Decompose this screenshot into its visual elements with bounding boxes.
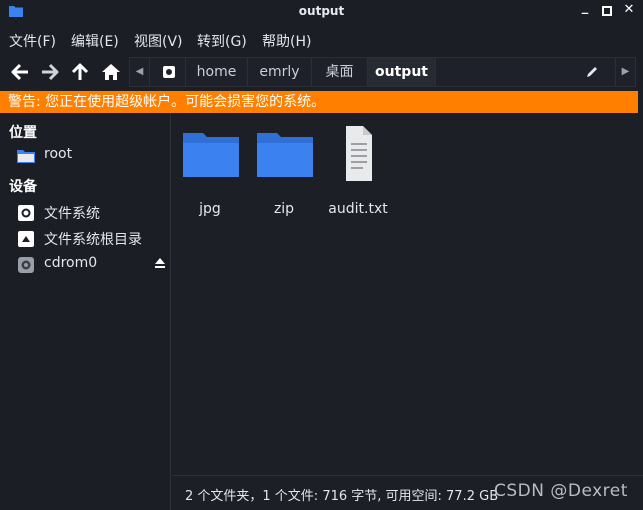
back-arrow-icon[interactable]	[9, 61, 31, 83]
watermark: CSDN @Dexret	[494, 481, 628, 501]
crumb-output[interactable]: output	[368, 58, 436, 86]
crumb-desktop[interactable]: 桌面	[312, 58, 368, 86]
sidebar-item-label: 文件系统根目录	[44, 232, 142, 248]
up-arrow-icon[interactable]	[69, 61, 91, 83]
sidebar-item-filesystem-root[interactable]: 文件系统根目录	[16, 227, 168, 251]
root-drive-crumb[interactable]	[152, 58, 186, 86]
root-warning-banner: 警告: 您正在使用超级帐户。可能会损害您的系统。	[0, 91, 638, 113]
menu-go[interactable]: 转到(G)	[197, 31, 247, 51]
path-bar: ◀ home emrly 桌面 output ▶	[129, 57, 636, 87]
home-folder-icon	[17, 150, 35, 163]
maximize-icon[interactable]	[599, 2, 615, 20]
forward-arrow-icon[interactable]	[39, 61, 61, 83]
menu-edit[interactable]: 编辑(E)	[71, 31, 119, 51]
file-item-audit-txt[interactable]: audit.txt	[318, 125, 398, 217]
title-bar: output _ ✕	[0, 0, 643, 24]
path-scroll-right-icon[interactable]: ▶	[615, 58, 635, 86]
file-view: jpg zip audit.txt	[172, 113, 643, 475]
file-name: jpg	[199, 201, 221, 217]
folder-icon	[183, 133, 239, 177]
home-icon[interactable]	[100, 61, 122, 83]
sidebar: 位置 root 设备 文件系统 文件系统根目录 cdrom0	[0, 113, 171, 510]
toolbar: ◀ home emrly 桌面 output ▶	[0, 54, 643, 90]
minimize-icon[interactable]: _	[577, 0, 593, 18]
menu-file[interactable]: 文件(F)	[9, 31, 56, 51]
close-icon[interactable]: ✕	[621, 2, 637, 20]
crumb-home[interactable]: home	[186, 58, 248, 86]
window-title: output	[298, 4, 345, 18]
file-name: audit.txt	[328, 201, 388, 217]
drive-root-icon	[18, 231, 34, 247]
edit-path-pencil-icon[interactable]	[585, 65, 599, 79]
sidebar-item-filesystem[interactable]: 文件系统	[16, 201, 168, 225]
file-item-zip[interactable]: zip	[244, 125, 324, 217]
file-item-jpg[interactable]: jpg	[170, 125, 250, 217]
crumb-emrly[interactable]: emrly	[248, 58, 312, 86]
menu-help[interactable]: 帮助(H)	[262, 31, 311, 51]
menu-view[interactable]: 视图(V)	[134, 31, 183, 51]
eject-icon[interactable]	[154, 257, 166, 269]
sidebar-heading-places: 位置	[9, 125, 37, 141]
file-name: zip	[273, 201, 295, 217]
sidebar-item-label: 文件系统	[44, 206, 100, 222]
sidebar-item-root[interactable]: root	[16, 144, 168, 168]
sidebar-item-label: cdrom0	[44, 255, 98, 271]
sidebar-heading-devices: 设备	[9, 179, 37, 195]
menu-bar: 文件(F) 编辑(E) 视图(V) 转到(G) 帮助(H)	[0, 24, 643, 54]
folder-icon	[257, 133, 313, 177]
sidebar-item-cdrom0[interactable]: cdrom0	[16, 253, 168, 277]
sidebar-item-label: root	[44, 146, 73, 162]
drive-crumb-icon	[162, 66, 175, 78]
disc-icon	[18, 257, 34, 273]
path-scroll-left-icon[interactable]: ◀	[130, 58, 150, 86]
text-file-icon	[346, 126, 372, 181]
drive-icon	[18, 205, 34, 221]
status-text: 2 个文件夹，1 个文件: 716 字节, 可用空间: 77.2 GB	[185, 489, 499, 504]
